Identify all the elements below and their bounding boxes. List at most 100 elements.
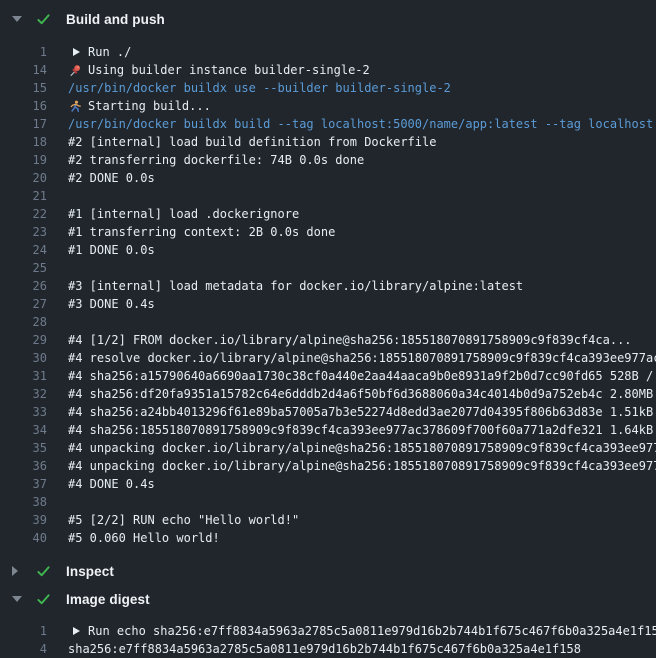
log-text-content: #5 0.060 Hello world! <box>68 529 220 547</box>
log-text-content: #1 DONE 0.0s <box>68 241 155 259</box>
line-number[interactable]: 1 <box>0 622 47 640</box>
line-number[interactable]: 17 <box>0 115 47 133</box>
log-line: 22 #1 [internal] load .dockerignore <box>0 205 656 223</box>
pushpin-icon <box>68 63 82 77</box>
log-text-content: Using builder instance builder-single-2 <box>88 61 370 79</box>
line-number[interactable]: 36 <box>0 457 47 475</box>
log-line: 35 #4 unpacking docker.io/library/alpine@… <box>0 439 656 457</box>
line-number[interactable]: 38 <box>0 493 47 511</box>
line-number[interactable]: 23 <box>0 223 47 241</box>
right-triangle-icon <box>73 627 80 635</box>
line-number[interactable]: 35 <box>0 439 47 457</box>
line-number[interactable]: 14 <box>0 61 47 79</box>
log-line: 26 #3 [internal] load metadata for docker… <box>0 277 656 295</box>
line-number[interactable]: 4 <box>0 640 47 658</box>
line-number[interactable]: 39 <box>0 511 47 529</box>
log-section-inspect: Inspect <box>0 557 656 585</box>
line-number[interactable]: 31 <box>0 367 47 385</box>
log-text-content: /usr/bin/docker buildx use --builder bui… <box>68 79 451 97</box>
line-number[interactable]: 29 <box>0 331 47 349</box>
section-header[interactable]: Build and push <box>0 4 656 34</box>
log-line: 1 Run ./ <box>0 43 656 61</box>
right-triangle-icon <box>73 48 80 56</box>
line-number[interactable]: 16 <box>0 97 47 115</box>
line-number[interactable]: 33 <box>0 403 47 421</box>
disclosure-triangle <box>12 596 22 602</box>
log-line: 14 Using builder instance builder-single-… <box>0 61 656 79</box>
log-text-command: /usr/bin/docker buildx build --tag local… <box>68 115 656 133</box>
line-number[interactable]: 20 <box>0 169 47 187</box>
log-line: 16 Starting build... <box>0 97 656 115</box>
line-number[interactable]: 28 <box>0 313 47 331</box>
log-text: #4 unpacking docker.io/library/alpine@sh… <box>68 457 656 475</box>
log-text-content: #4 unpacking docker.io/library/alpine@sh… <box>68 457 656 475</box>
log-line: 27#3 DONE 0.4s <box>0 295 656 313</box>
line-number[interactable]: 30 <box>0 349 47 367</box>
log-line: 40 #5 0.060 Hello world! <box>0 529 656 547</box>
line-number[interactable]: 25 <box>0 259 47 277</box>
check-icon <box>36 11 52 27</box>
collapse-icon[interactable] <box>12 596 26 602</box>
log-line: 20 #2 DONE 0.0s <box>0 169 656 187</box>
section-title: Inspect <box>66 564 114 579</box>
line-number[interactable]: 24 <box>0 241 47 259</box>
expand-icon[interactable] <box>12 566 26 576</box>
log-text: #5 0.060 Hello world! <box>68 529 656 547</box>
line-number[interactable]: 34 <box>0 421 47 439</box>
log-text: #2 DONE 0.0s <box>68 169 656 187</box>
run-expand-icon[interactable] <box>68 624 82 638</box>
log-text: sha256:e7ff8834a5963a2785c5a0811e979d16b… <box>68 640 656 658</box>
section-header[interactable]: Inspect <box>0 557 656 585</box>
log-text-content: #2 transferring dockerfile: 74B 0.0s don… <box>68 151 364 169</box>
line-number[interactable]: 32 <box>0 385 47 403</box>
log-text: #4 DONE 0.4s <box>68 475 656 493</box>
line-number[interactable]: 1 <box>0 43 47 61</box>
log-line: 4 sha256:e7ff8834a5963a2785c5a0811e979d16… <box>0 640 656 658</box>
log-text-content: #1 [internal] load .dockerignore <box>68 205 299 223</box>
line-number[interactable]: 19 <box>0 151 47 169</box>
log-section-image-digest: Image digest 1 Run echo sha256:e7ff8834a59… <box>0 585 656 658</box>
log-text-content: #1 transferring context: 2B 0.0s done <box>68 223 335 241</box>
log-text-content: #2 [internal] load build definition from… <box>68 133 436 151</box>
section-title: Build and push <box>66 12 165 27</box>
log-text-content: sha256:e7ff8834a5963a2785c5a0811e979d16b… <box>68 640 581 658</box>
line-number[interactable]: 37 <box>0 475 47 493</box>
section-log-lines: 1 Run echo sha256:e7ff8834a5963a2785c5a08… <box>0 622 656 658</box>
line-number[interactable]: 15 <box>0 79 47 97</box>
log-text-content: #3 [internal] load metadata for docker.i… <box>68 277 523 295</box>
section-log-lines: 1 Run ./ 14 Using builder instance builder-… <box>0 43 656 551</box>
line-number[interactable]: 27 <box>0 295 47 313</box>
line-number[interactable]: 22 <box>0 205 47 223</box>
log-line: 24 #1 DONE 0.0s <box>0 241 656 259</box>
log-text: Run ./ <box>68 43 656 61</box>
log-text: Run echo sha256:e7ff8834a5963a2785c5a081… <box>68 622 656 640</box>
log-text: #4 sha256:185518070891758909c9f839cf4ca3… <box>68 421 656 439</box>
line-number[interactable]: 21 <box>0 187 47 205</box>
log-line: 29 #4 [1/2] FROM docker.io/library/alpine… <box>0 331 656 349</box>
log-text: #4 sha256:df20fa9351a15782c64e6dddb2d4a6… <box>68 385 656 403</box>
log-text: #5 [2/2] RUN echo "Hello world!" <box>68 511 656 529</box>
log-text-content: Starting build... <box>88 97 211 115</box>
log-line: 18 #2 [internal] load build definition fr… <box>0 133 656 151</box>
log-text-content: #4 unpacking docker.io/library/alpine@sh… <box>68 439 656 457</box>
section-title: Image digest <box>66 592 150 607</box>
log-text: #2 [internal] load build definition from… <box>68 133 656 151</box>
log-text-content: #4 [1/2] FROM docker.io/library/alpine@s… <box>68 331 632 349</box>
disclosure-triangle <box>12 566 18 576</box>
log-line: 15/usr/bin/docker buildx use --builder b… <box>0 79 656 97</box>
line-number[interactable]: 26 <box>0 277 47 295</box>
log-text-content: #4 sha256:a24bb4013296f61e89ba57005a7b3e… <box>68 403 656 421</box>
line-number[interactable]: 18 <box>0 133 47 151</box>
log-text-content: #4 resolve docker.io/library/alpine@sha2… <box>68 349 656 367</box>
line-number[interactable]: 40 <box>0 529 47 547</box>
collapse-icon[interactable] <box>12 16 26 22</box>
log-text-content: Run ./ <box>88 43 131 61</box>
log-text: #2 transferring dockerfile: 74B 0.0s don… <box>68 151 656 169</box>
run-expand-icon[interactable] <box>68 45 82 59</box>
log-line: 31#4 sha256:a15790640a6690aa1730c38cf0a4… <box>0 367 656 385</box>
check-icon <box>36 563 52 579</box>
section-header[interactable]: Image digest <box>0 585 656 613</box>
log-text: #1 [internal] load .dockerignore <box>68 205 656 223</box>
log-line: 37 #4 DONE 0.4s <box>0 475 656 493</box>
log-line: 34 #4 sha256:185518070891758909c9f839cf4c… <box>0 421 656 439</box>
